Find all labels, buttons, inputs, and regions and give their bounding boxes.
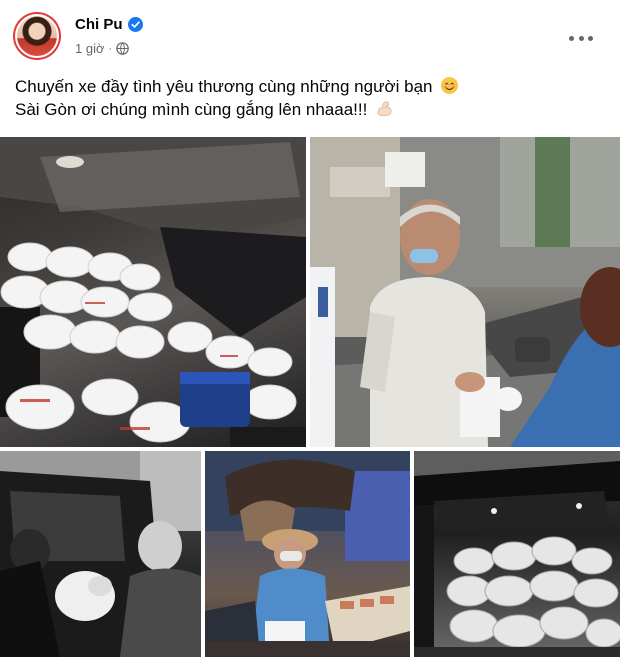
avatar-image bbox=[15, 14, 59, 58]
photo-grid bbox=[0, 137, 620, 657]
facebook-post: Chi Pu 1 giờ · Chuyến xe đầy tình yêu th… bbox=[0, 0, 620, 657]
post-header: Chi Pu 1 giờ · bbox=[13, 12, 607, 64]
author-name[interactable]: Chi Pu bbox=[75, 16, 123, 33]
post-timestamp[interactable]: 1 giờ bbox=[75, 41, 105, 56]
caption-line-2: Sài Gòn ơi chúng mình cùng gắng lên nhaa… bbox=[15, 98, 605, 121]
globe-icon[interactable] bbox=[116, 42, 129, 55]
photo-street-vendor-night[interactable] bbox=[205, 451, 410, 657]
post-caption: Chuyến xe đầy tình yêu thương cùng những… bbox=[15, 75, 605, 121]
meta-separator: · bbox=[108, 42, 113, 55]
flexed-biceps-emoji-icon bbox=[375, 99, 394, 118]
more-dot-icon bbox=[578, 35, 584, 41]
caption-line-1: Chuyến xe đầy tình yêu thương cùng những… bbox=[15, 75, 605, 98]
more-dot-icon bbox=[569, 35, 574, 41]
more-options-button[interactable] bbox=[569, 30, 593, 46]
photo-bw-handing-bag[interactable] bbox=[0, 451, 201, 657]
more-dot-icon bbox=[588, 35, 593, 41]
photo-van-interior-bags[interactable] bbox=[0, 137, 306, 447]
post-meta: 1 giờ · bbox=[75, 41, 129, 56]
caption-text-2: Sài Gòn ơi chúng mình cùng gắng lên nhaa… bbox=[15, 100, 368, 119]
photo-bw-van-bags[interactable] bbox=[414, 451, 620, 657]
caption-text-1: Chuyến xe đầy tình yêu thương cùng những… bbox=[15, 77, 433, 96]
photo-elderly-man-receiving-bag[interactable] bbox=[310, 137, 620, 447]
smiling-face-emoji-icon bbox=[440, 76, 459, 95]
avatar[interactable] bbox=[13, 12, 61, 60]
verified-badge-icon bbox=[127, 17, 143, 32]
author-row: Chi Pu bbox=[75, 16, 143, 33]
